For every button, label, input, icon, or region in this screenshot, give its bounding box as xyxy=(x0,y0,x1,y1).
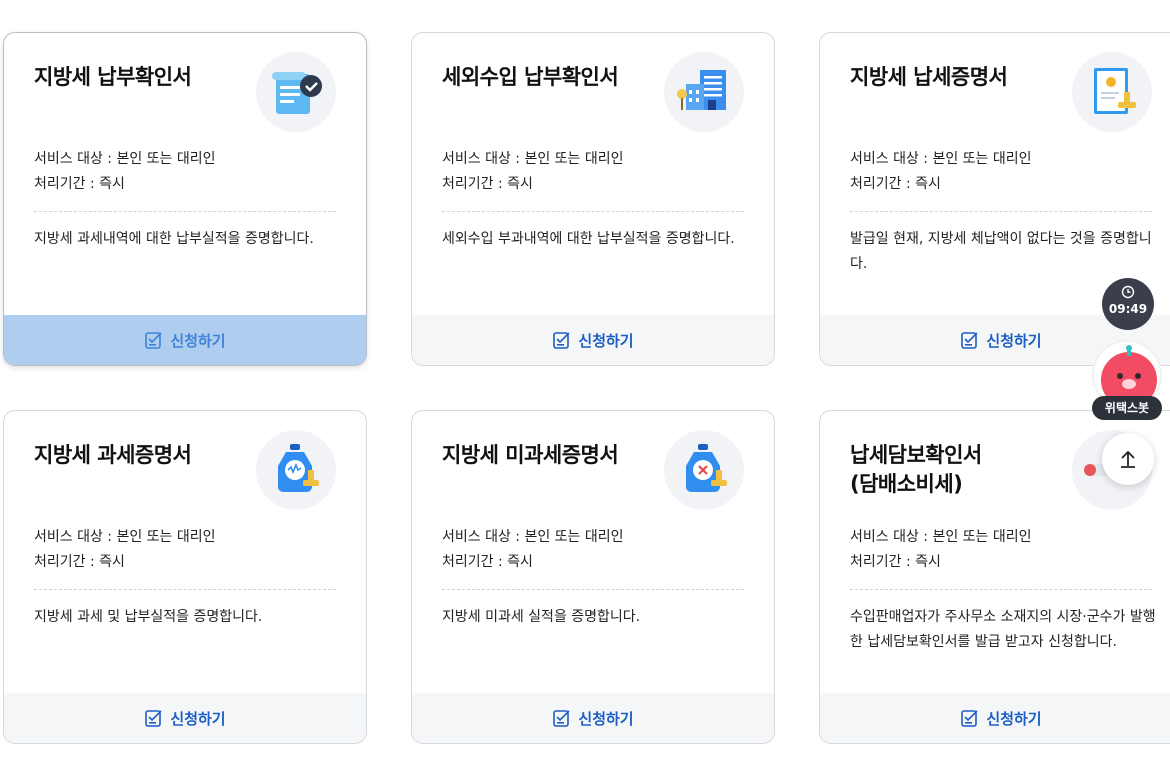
apply-button[interactable]: 신청하기 xyxy=(820,693,1170,743)
card-title: 지방세 납부확인서 xyxy=(34,65,192,89)
card-description: 지방세 과세 및 납부실적을 증명합니다. xyxy=(34,609,263,625)
timer-value: 09:49 xyxy=(1108,302,1148,316)
money-bag-x-icon xyxy=(664,430,744,510)
divider xyxy=(34,211,336,212)
scroll-top-button[interactable] xyxy=(1102,433,1154,485)
apply-icon xyxy=(553,332,570,349)
apply-icon xyxy=(145,710,162,727)
service-card-non-taxation-certificate[interactable]: 지방세 미과세증명서 서비스 대상 : 본인 또는 대리인 처리기간 : 즉시 … xyxy=(411,410,775,744)
session-timer[interactable]: 09:49 xyxy=(1102,278,1154,330)
processing-period: 처리기간 : 즉시 xyxy=(34,554,125,570)
service-card-non-tax-payment[interactable]: 세외수입 납부확인서 서비스 대상 : 본인 또는 대리인 처리기간 : 즉시 … xyxy=(411,32,775,366)
apply-label: 신청하기 xyxy=(170,709,226,728)
card-description: 세외수입 부과내역에 대한 납부실적을 증명합니다. xyxy=(442,231,735,247)
card-description: 수입판매업자가 주사무소 소재지의 시장·군수가 발행한 납세담보확인서를 발급… xyxy=(850,609,1156,650)
scroll-check-icon xyxy=(256,52,336,132)
processing-period: 처리기간 : 즉시 xyxy=(442,554,533,570)
service-card-local-tax-payment[interactable]: 지방세 납부확인서 서비스 대상 : 본인 또는 대리인 처리기간 : 즉시 지… xyxy=(3,32,367,366)
apply-button[interactable]: 신청하기 xyxy=(412,315,774,365)
chatbot-button[interactable]: 위택스봇 xyxy=(1091,340,1163,422)
processing-period: 처리기간 : 즉시 xyxy=(34,176,125,192)
service-card-taxation-certificate[interactable]: 지방세 과세증명서 서비스 대상 : 본인 또는 대리인 처리기간 : 즉시 지… xyxy=(3,410,367,744)
divider xyxy=(34,589,336,590)
service-target: 서비스 대상 : 본인 또는 대리인 xyxy=(850,529,1032,545)
processing-period: 처리기간 : 즉시 xyxy=(850,554,941,570)
card-title: 세외수입 납부확인서 xyxy=(442,65,619,89)
apply-icon xyxy=(553,710,570,727)
divider xyxy=(850,589,1152,590)
apply-label: 신청하기 xyxy=(578,709,634,728)
divider xyxy=(442,589,744,590)
card-title: 지방세 과세증명서 xyxy=(34,443,192,467)
card-title: 지방세 미과세증명서 xyxy=(442,443,619,467)
card-description: 지방세 과세내역에 대한 납부실적을 증명합니다. xyxy=(34,231,314,247)
apply-icon xyxy=(961,710,978,727)
apply-label: 신청하기 xyxy=(578,331,634,350)
apply-icon xyxy=(961,332,978,349)
apply-label: 신청하기 xyxy=(986,709,1042,728)
clock-icon xyxy=(1121,285,1135,299)
card-title: 납세담보확인서 (담배소비세) xyxy=(850,443,982,496)
arrow-up-icon xyxy=(1121,450,1135,468)
divider xyxy=(850,211,1152,212)
apply-button[interactable]: 신청하기 xyxy=(412,693,774,743)
service-target: 서비스 대상 : 본인 또는 대리인 xyxy=(34,529,216,545)
processing-period: 처리기간 : 즉시 xyxy=(442,176,533,192)
service-target: 서비스 대상 : 본인 또는 대리인 xyxy=(442,529,624,545)
service-target: 서비스 대상 : 본인 또는 대리인 xyxy=(850,151,1032,167)
apply-button[interactable]: 신청하기 xyxy=(4,315,366,365)
money-bag-stamp-icon xyxy=(256,430,336,510)
service-target: 서비스 대상 : 본인 또는 대리인 xyxy=(34,151,216,167)
chatbot-label: 위택스봇 xyxy=(1092,396,1162,420)
apply-icon xyxy=(145,332,162,349)
apply-button[interactable]: 신청하기 xyxy=(4,693,366,743)
processing-period: 처리기간 : 즉시 xyxy=(850,176,941,192)
certificate-icon xyxy=(1072,52,1152,132)
divider xyxy=(442,211,744,212)
card-description: 발급일 현재, 지방세 체납액이 없다는 것을 증명합니다. xyxy=(850,231,1152,272)
card-description: 지방세 미과세 실적을 증명합니다. xyxy=(442,609,641,625)
apply-label: 신청하기 xyxy=(986,331,1042,350)
card-title: 지방세 납세증명서 xyxy=(850,65,1008,89)
apply-label: 신청하기 xyxy=(170,331,226,350)
building-document-icon xyxy=(664,52,744,132)
service-target: 서비스 대상 : 본인 또는 대리인 xyxy=(442,151,624,167)
